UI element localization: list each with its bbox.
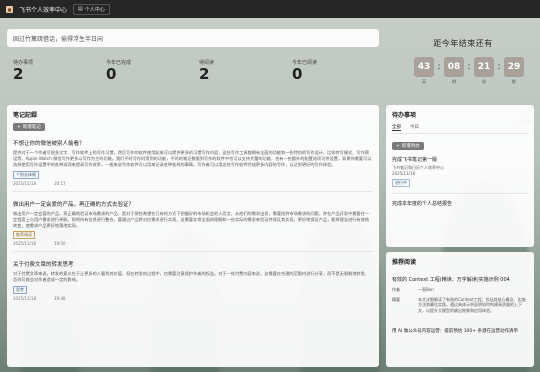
countdown-title: 距今年结束还有 — [433, 39, 493, 48]
stat-value: 0 — [292, 65, 303, 83]
tab-today[interactable]: 今日 — [410, 124, 419, 131]
task-item[interactable]: 完成本年度的个人总结报告 — [392, 194, 528, 215]
row-value: 一直Ben — [418, 287, 434, 292]
note-title: 做出用户一定会爱的产品，再正确的方式去验证？ — [13, 201, 135, 208]
quote-banner: 固过竹篱疏借话，偷得浮生半日闲 — [7, 29, 379, 47]
tasks-title: 待办事项 — [392, 112, 417, 119]
recommend-author-row: 作者 一直Ben — [392, 287, 528, 293]
countdown-label: 时 — [452, 79, 456, 84]
note-meta: 2025/11/18 19:50 — [13, 241, 373, 246]
countdown-value: 21 — [474, 57, 494, 77]
countdown-days: 43 天 — [414, 57, 434, 85]
countdown-value: 43 — [414, 57, 434, 77]
add-task-label: 新增待办 — [401, 144, 420, 149]
stat-to-read: 待阅读 2 — [193, 55, 286, 91]
stat-value: 2 — [199, 65, 210, 83]
stat-label: 待办事项 — [13, 60, 34, 66]
divider — [13, 190, 373, 192]
note-date: 2025/11/18 — [13, 180, 37, 186]
stat-value: 0 — [106, 65, 117, 83]
recommend-next-article[interactable]: 用 AI 做公众号内容运营：提前预估 100+ 条潜在运营动作清单 — [392, 329, 528, 335]
tab-personal-center[interactable]: ▤ 个人中心 — [73, 3, 110, 15]
task-item[interactable]: 完成飞书笔记第一版 飞书笔记和日历个人效率中心 2025/11/18 进行中 — [392, 150, 528, 194]
countdown-label: 秒 — [512, 79, 516, 84]
task-name: 完成本年度的个人总结报告 — [392, 201, 453, 207]
countdown-label: 分 — [482, 79, 486, 84]
recommend-article-title[interactable]: 有效的 Context 工程(精读、万字解读)实施示例 004 — [392, 276, 528, 283]
plus-icon: + — [396, 143, 400, 149]
stat-todo: 待办事项 2 — [7, 55, 100, 91]
countdown-seconds: 29 秒 — [504, 57, 524, 85]
note-body: 做出用户一定会爱的产品，再正确地验证市场需求的产品，是对于那些希望在已有的方式下… — [13, 210, 369, 229]
note-item[interactable]: 做出用户一定会爱的产品，再正确的方式去验证？ 做出用户一定会爱的产品，再正确地验… — [13, 200, 373, 253]
note-body: 提供对于一个作者写很多文字、写作软件上的写作习惯，然后写作的软件使用起来可以提供… — [13, 150, 372, 168]
tab-label: 个人中心 — [84, 6, 105, 13]
note-title: 关于付费文章的转发思考 — [13, 262, 74, 269]
recommend-panel: 推荐阅读 有效的 Context 工程(精读、万字解读)实施示例 004 作者 … — [386, 252, 534, 367]
note-tag[interactable]: 思考 — [13, 285, 27, 294]
divider — [13, 251, 373, 253]
row-value: 本文详细解读了有效的Context工程，包括其核心概念、实施方法和最佳实践。通过… — [418, 296, 526, 313]
stat-label: 今年已完成 — [106, 60, 132, 66]
note-body: 对于付费文章来说，转发的意义在于让更多的人看到其价值，但在转发的过程中，也需要注… — [13, 271, 369, 283]
document-icon: ▤ — [78, 6, 83, 12]
task-date: 2025/11/18 — [392, 171, 416, 176]
note-item[interactable]: 不想让你的微信被别人偷看？ 提供对于一个作者写很多文字、写作软件上的写作习惯，然… — [13, 139, 373, 192]
stat-completed: 今年已完成 0 — [100, 55, 193, 91]
countdown-value: 08 — [444, 57, 464, 77]
recommend-title: 推荐阅读 — [392, 259, 417, 266]
stat-read: 今年已阅读 0 — [286, 55, 379, 91]
add-note-button[interactable]: + 新增笔记 — [13, 123, 45, 131]
quote-text: 固过竹篱疏借话，偷得浮生半日闲 — [13, 35, 104, 43]
note-meta: 2025/11/18 20:17 — [13, 181, 373, 186]
countdown-separator: : — [437, 62, 441, 72]
task-status-badge: 进行中 — [392, 179, 410, 187]
plus-icon: + — [17, 124, 21, 130]
stat-label: 待阅读 — [199, 60, 215, 66]
note-tag[interactable]: 个别去体格 — [13, 170, 39, 179]
notes-panel: 笔记記録 + 新增笔记 不想让你的微信被别人偷看？ 提供对于一个作者写很多文字、… — [7, 105, 379, 367]
countdown-timer: 43 天 : 08 时 : 21 分 : 29 秒 — [414, 57, 524, 85]
add-note-label: 新增笔记 — [22, 125, 41, 130]
countdown-separator: : — [467, 62, 471, 72]
recommend-summary-row: 摘要 本文详细解读了有效的Context工程，包括其核心概念、实施方法和最佳实践… — [392, 297, 528, 314]
note-time: 20:17 — [54, 180, 66, 186]
note-item[interactable]: 关于付费文章的转发思考 对于付费文章来说，转发的意义在于让更多的人看到其价值，但… — [13, 260, 373, 301]
row-key: 摘要 — [392, 296, 400, 302]
app-logo-icon: ■ — [6, 5, 13, 13]
countdown-label: 天 — [422, 79, 426, 84]
note-date: 2025/11/18 — [13, 295, 37, 301]
row-key: 作者 — [392, 287, 400, 292]
task-name: 完成飞书笔记第一版 — [392, 157, 438, 163]
note-date: 2025/11/18 — [13, 241, 37, 247]
note-tag[interactable]: 推荐阅读 — [13, 231, 35, 240]
stat-label: 今年已阅读 — [292, 60, 318, 66]
countdown-minutes: 21 分 — [474, 57, 494, 85]
note-time: 19:48 — [54, 295, 66, 301]
top-bar: ■ 飞书个人效率中心 ▤ 个人中心 — [0, 0, 540, 18]
note-title: 不想让你的微信被别人偷看？ — [13, 141, 85, 147]
countdown-hours: 08 时 — [444, 57, 464, 85]
stats-row: 待办事项 2 今年已完成 0 待阅读 2 今年已阅读 0 — [7, 55, 379, 91]
note-meta: 2025/11/18 19:48 — [13, 296, 373, 301]
tasks-panel: 待办事项 全部 今日 + 新增待办 完成飞书笔记第一版 飞书笔记和日历个人效率中… — [386, 105, 534, 247]
app-title: 飞书个人效率中心 — [19, 6, 68, 14]
countdown-separator: : — [497, 62, 501, 72]
tab-all[interactable]: 全部 — [392, 124, 401, 131]
task-tabs: 全部 今日 — [392, 124, 528, 134]
stat-value: 2 — [13, 65, 24, 83]
note-time: 19:50 — [54, 241, 66, 247]
countdown-value: 29 — [504, 57, 524, 77]
add-task-button[interactable]: + 新增待办 — [392, 142, 424, 150]
notes-title: 笔记記録 — [13, 112, 38, 119]
